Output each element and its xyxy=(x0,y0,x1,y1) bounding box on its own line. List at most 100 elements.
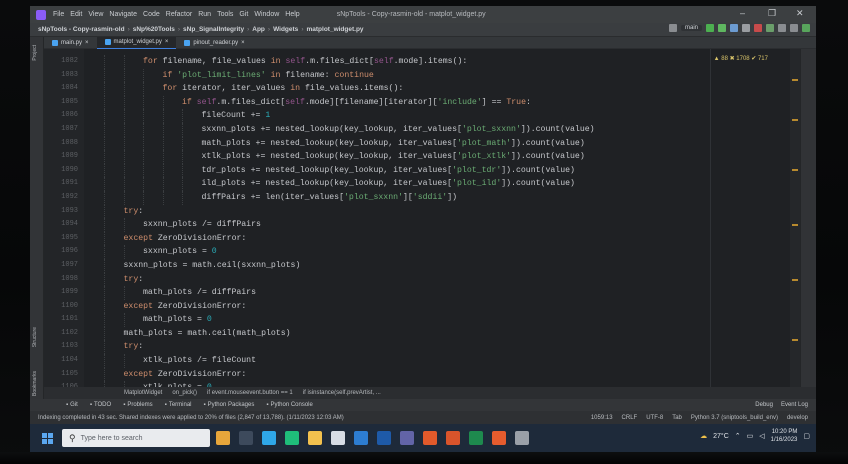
line-number[interactable]: 1098 xyxy=(48,273,78,287)
clock[interactable]: 10:20 PM 1/16/2023 xyxy=(771,428,798,444)
app-icon[interactable] xyxy=(492,431,506,445)
search-everywhere-icon[interactable] xyxy=(790,24,798,32)
code-line[interactable]: 1093 try: xyxy=(44,204,800,219)
tab-pinout-reader-py[interactable]: pinout_reader.py × xyxy=(176,37,252,48)
menu-window[interactable]: Window xyxy=(251,11,282,18)
code-line[interactable]: 1098 try: xyxy=(44,272,800,287)
caret-position[interactable]: 1059:13 xyxy=(591,415,613,421)
task-view-icon[interactable] xyxy=(239,431,253,445)
network-icon[interactable]: ▭ xyxy=(747,432,754,440)
bookmarks-tool-button[interactable]: Bookmarks xyxy=(32,371,38,396)
code-line[interactable]: 1090 tdr_plots += nested_lookup(key_looku… xyxy=(44,163,800,178)
teams-icon[interactable] xyxy=(400,431,414,445)
structure-tool-button[interactable]: Structure xyxy=(32,327,38,347)
word-icon[interactable] xyxy=(377,431,391,445)
status-message[interactable]: Indexing completed in 43 sec. Shared ind… xyxy=(30,415,344,421)
nav-breadcrumb-item[interactable]: sNpTools - Copy-rasmin-old xyxy=(36,26,127,33)
code-line[interactable]: 1087 sxxnn_plots += nested_lookup(key_loo… xyxy=(44,122,800,137)
line-number[interactable]: 1092 xyxy=(48,191,78,205)
nav-breadcrumb-item[interactable]: sNp%20Tools xyxy=(131,26,177,33)
plugin-icon[interactable] xyxy=(802,24,810,32)
run-config-select[interactable]: main xyxy=(680,25,702,31)
menu-edit[interactable]: Edit xyxy=(67,11,85,18)
python-interpreter[interactable]: Python 3.7 (sniptools_build_env) xyxy=(691,415,778,421)
tab-matplot-widget-py[interactable]: matplot_widget.py × xyxy=(96,36,177,49)
close-tab-icon[interactable]: × xyxy=(85,40,89,46)
tool-window-problems[interactable]: ▪ Problems xyxy=(117,402,158,408)
code-line[interactable]: 1095 except ZeroDivisionError: xyxy=(44,231,800,246)
code-line[interactable]: 1097 sxxnn_plots = math.ceil(sxxnn_plots) xyxy=(44,258,800,273)
file-encoding[interactable]: UTF-8 xyxy=(646,415,663,421)
line-number[interactable]: 1084 xyxy=(48,82,78,96)
pycharm-taskbar-icon[interactable] xyxy=(285,431,299,445)
nav-breadcrumb-item[interactable]: App xyxy=(250,26,267,33)
line-number[interactable]: 1088 xyxy=(48,137,78,151)
menu-help[interactable]: Help xyxy=(282,11,302,18)
maximize-icon[interactable]: ❐ xyxy=(768,8,776,19)
line-number[interactable]: 1100 xyxy=(48,300,78,314)
menu-code[interactable]: Code xyxy=(140,11,163,18)
code-line[interactable]: 1091 ild_plots += nested_lookup(key_looku… xyxy=(44,177,800,191)
code-line[interactable]: 1094 sxxnn_plots /= diffPairs xyxy=(44,218,800,232)
line-number[interactable]: 1096 xyxy=(48,245,78,259)
code-line[interactable]: 1083 if 'plot_limit_lines' in filename: c… xyxy=(44,68,800,83)
code-breadcrumb-item[interactable]: if isinstance(self.prevArtist, ... xyxy=(298,390,386,396)
code-breadcrumb-item[interactable]: if event.mouseevent.button == 1 xyxy=(202,390,298,396)
menu-git[interactable]: Git xyxy=(236,11,251,18)
nav-breadcrumb-item[interactable]: Widgets xyxy=(271,26,300,33)
warning-marker[interactable] xyxy=(792,119,798,121)
line-number[interactable]: 1085 xyxy=(48,96,78,110)
inspection-widget[interactable]: ▲ 88 ✖ 1708 ✔ 717 xyxy=(714,55,768,62)
code-line[interactable]: 1082 for filename, file_values in self.m.… xyxy=(44,55,800,69)
windows-start-icon[interactable] xyxy=(42,432,53,444)
code-line[interactable]: 1086 fileCount += 1 xyxy=(44,109,800,123)
close-icon[interactable]: ✕ xyxy=(796,8,804,19)
line-number[interactable]: 1097 xyxy=(48,259,78,273)
tool-window-debug[interactable]: Debug xyxy=(755,402,773,408)
taskbar-search-input[interactable]: ⚲ Type here to search xyxy=(62,429,210,447)
minimize-icon[interactable]: – xyxy=(740,8,745,18)
file-explorer-icon[interactable] xyxy=(308,431,322,445)
volume-icon[interactable]: ◁ xyxy=(759,432,764,440)
line-number[interactable]: 1090 xyxy=(48,164,78,178)
line-number[interactable]: 1086 xyxy=(48,109,78,123)
menu-navigate[interactable]: Navigate xyxy=(106,11,140,18)
tool-window-terminal[interactable]: ▪ Terminal xyxy=(159,402,198,408)
warning-marker[interactable] xyxy=(792,224,798,226)
line-number[interactable]: 1095 xyxy=(48,232,78,246)
warning-marker[interactable] xyxy=(792,169,798,171)
code-line[interactable]: 1096 sxxnn_plots = 0 xyxy=(44,245,800,259)
code-line[interactable]: 1104 xtlk_plots /= fileCount xyxy=(44,354,800,368)
git-update-icon[interactable] xyxy=(766,24,774,32)
indent-setting[interactable]: Tab xyxy=(672,415,682,421)
close-tab-icon[interactable]: × xyxy=(241,40,245,46)
notification-icon[interactable]: ▢ xyxy=(803,432,810,440)
code-line[interactable]: 1088 math_plots += nested_lookup(key_look… xyxy=(44,136,800,151)
menu-run[interactable]: Run xyxy=(195,11,214,18)
settings-icon[interactable] xyxy=(515,431,529,445)
error-marker[interactable] xyxy=(792,79,798,81)
line-number[interactable]: 1102 xyxy=(48,327,78,341)
code-line[interactable]: 1085 if self.m.files_dict[self.mode][file… xyxy=(44,95,800,110)
tray-chevron-icon[interactable]: ⌃ xyxy=(735,432,741,440)
line-number[interactable]: 1104 xyxy=(48,354,78,368)
code-line[interactable]: 1084 for iterator, iter_values in file_va… xyxy=(44,82,800,96)
nav-breadcrumb-item[interactable]: matplot_widget.py xyxy=(304,26,365,33)
line-number[interactable]: 1105 xyxy=(48,368,78,382)
debug-icon[interactable] xyxy=(718,24,726,32)
weather-icon[interactable]: ☁ xyxy=(700,432,707,440)
line-number[interactable]: 1089 xyxy=(48,150,78,164)
firefox-icon[interactable] xyxy=(423,431,437,445)
vertical-scrollbar[interactable] xyxy=(790,49,800,387)
line-number[interactable]: 1103 xyxy=(48,340,78,354)
tool-window-todo[interactable]: ▪ TODO xyxy=(84,402,117,408)
code-line[interactable]: 1105 except ZeroDivisionError: xyxy=(44,367,800,382)
git-history-icon[interactable] xyxy=(778,24,786,32)
close-tab-icon[interactable]: × xyxy=(165,39,169,45)
git-branch[interactable]: develop xyxy=(787,415,808,421)
stop-icon[interactable] xyxy=(754,24,762,32)
tab-main-py[interactable]: main.py × xyxy=(44,37,97,48)
coverage-icon[interactable] xyxy=(730,24,738,32)
code-line[interactable]: 1100 except ZeroDivisionError: xyxy=(44,299,800,314)
line-number[interactable]: 1091 xyxy=(48,177,78,191)
